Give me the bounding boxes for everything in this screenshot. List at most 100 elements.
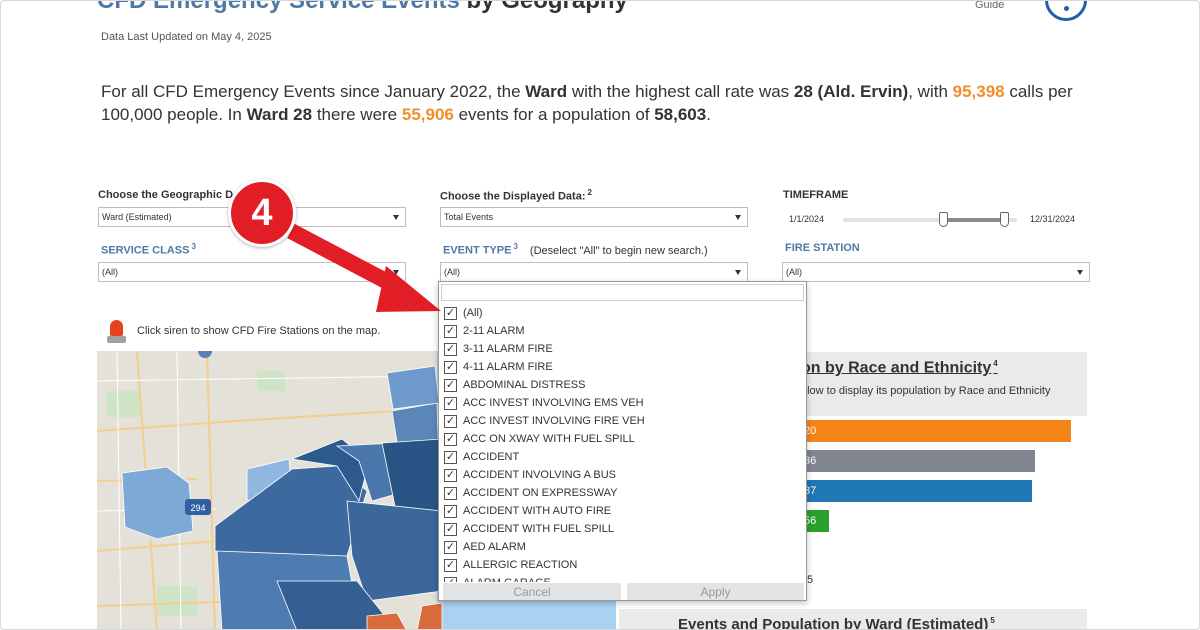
summary-part: events for a population of (453, 105, 655, 124)
event-type-option[interactable]: ✓ ACCIDENT ON EXPRESSWAY (439, 484, 806, 502)
cancel-button[interactable]: Cancel (443, 583, 621, 600)
event-type-option-label: ACC INVEST INVOLVING FIRE VEH (463, 415, 645, 427)
event-type-option[interactable]: ✓ ABDOMINAL DISTRESS (439, 376, 806, 394)
siren-icon[interactable] (107, 320, 126, 344)
event-type-option-label: 2-11 ALARM (463, 325, 525, 337)
event-type-option-label: AED ALARM (463, 541, 526, 553)
event-type-note: (Deselect "All" to begin new search.) (529, 244, 708, 257)
footnote-marker: 2 (587, 188, 592, 197)
race-bar-label-extra: 5 (807, 574, 814, 586)
event-type-option-label: 4-11 ALARM FIRE (463, 361, 553, 373)
fire-station-label: FIRE STATION (785, 242, 860, 254)
event-type-option-label: ACCIDENT ON EXPRESSWAY (463, 487, 618, 499)
ward-chart-title-text: Events and Population by Ward (Estimated… (678, 616, 989, 630)
checkbox-checked-icon[interactable]: ✓ (444, 379, 457, 392)
checkbox-checked-icon[interactable]: ✓ (444, 541, 457, 554)
siren-base (107, 336, 126, 343)
checkbox-checked-icon[interactable]: ✓ (444, 469, 457, 482)
annotation-arrow (287, 223, 441, 312)
data-filter-label-text: Choose the Displayed Data: (440, 190, 586, 203)
checkbox-checked-icon[interactable]: ✓ (444, 415, 457, 428)
footnote-marker: 3 (191, 242, 196, 251)
summary-part: there were (312, 105, 402, 124)
data-filter-label: Choose the Displayed Data: 2 (440, 188, 592, 203)
dropdown-search-input[interactable] (441, 284, 804, 301)
timeframe-start: 1/1/2024 (789, 214, 825, 224)
checkbox-checked-icon[interactable]: ✓ (444, 577, 457, 582)
data-select[interactable]: Total Events (440, 207, 748, 227)
service-class-label: SERVICE CLASS 3 (101, 242, 196, 257)
dashboard-frame: CFD Emergency Service Events by Geograph… (0, 0, 1200, 630)
event-type-option-label: ACC ON XWAY WITH FUEL SPILL (463, 433, 635, 445)
event-type-option[interactable]: ✓ ACC INVEST INVOLVING FIRE VEH (439, 412, 806, 430)
title-blue-part: CFD Emergency Service Events (97, 0, 460, 14)
fire-station-value: (All) (786, 267, 802, 277)
ward-chart-title: Events and Population by Ward (Estimated… (678, 616, 995, 630)
checkbox-checked-icon[interactable]: ✓ (444, 523, 457, 536)
checkbox-checked-icon[interactable]: ✓ (444, 343, 457, 356)
checkbox-checked-icon[interactable]: ✓ (444, 505, 457, 518)
event-type-list[interactable]: ✓ (All) ✓ 2-11 ALARM ✓ 3-11 ALARM FIRE ✓ 4-11 A… (439, 304, 806, 582)
geo-select-value: Ward (Estimated) (102, 212, 172, 222)
race-bar[interactable] (796, 450, 1035, 472)
event-type-option[interactable]: ✓ 4-11 ALARM FIRE (439, 358, 806, 376)
event-type-dropdown: ✓ (All) ✓ 2-11 ALARM ✓ 3-11 ALARM FIRE ✓ 4-11 A… (438, 281, 807, 601)
event-type-option-label: ACCIDENT INVOLVING A BUS (463, 469, 617, 481)
event-type-option[interactable]: ✓ 3-11 ALARM FIRE (439, 340, 806, 358)
geo-filter-label-text: Choose the Geographic D (98, 189, 234, 201)
step-number-badge: 4 (228, 179, 296, 247)
apply-button[interactable]: Apply (627, 583, 804, 600)
checkbox-checked-icon[interactable]: ✓ (444, 361, 457, 374)
checkbox-checked-icon[interactable]: ✓ (444, 451, 457, 464)
event-type-option[interactable]: ✓ ALLERGIC REACTION (439, 556, 806, 574)
chevron-down-icon (1077, 270, 1083, 275)
timeframe-end: 12/31/2024 (1030, 214, 1076, 224)
summary-part: . (706, 105, 711, 124)
help-icon[interactable] (1045, 1, 1087, 21)
footnote-marker: 4 (993, 359, 998, 368)
event-type-option[interactable]: ✓ ACC INVEST INVOLVING EMS VEH (439, 394, 806, 412)
chevron-down-icon (735, 270, 741, 275)
event-type-option[interactable]: ✓ ACCIDENT WITH FUEL SPILL (439, 520, 806, 538)
timeframe-slider-range (945, 218, 1006, 222)
race-bar[interactable] (796, 480, 1032, 502)
summary-events: 55,906 (401, 105, 454, 124)
service-class-value: (All) (102, 267, 118, 277)
summary-population: 58,603 (654, 105, 707, 124)
event-type-option[interactable]: ✓ (All) (439, 304, 806, 322)
summary-ward-short: Ward 28 (246, 105, 313, 124)
geo-filter-label: Choose the Geographic D (98, 189, 233, 201)
event-type-option-label: ACC INVEST INVOLVING EMS VEH (463, 397, 644, 409)
checkbox-checked-icon[interactable]: ✓ (444, 433, 457, 446)
page-title: CFD Emergency Service Events by Geograph… (97, 0, 628, 15)
checkbox-checked-icon[interactable]: ✓ (444, 559, 457, 572)
event-type-option[interactable]: ✓ ACCIDENT (439, 448, 806, 466)
summary-part: with the highest call rate was (567, 82, 794, 101)
event-type-option-label: ALLERGIC REACTION (463, 559, 578, 571)
timeframe-end-handle[interactable] (1000, 212, 1009, 227)
fire-station-select[interactable]: (All) (782, 262, 1090, 282)
checkbox-checked-icon[interactable]: ✓ (444, 487, 457, 500)
summary-part: For all CFD Emergency Events since Janua… (101, 82, 526, 101)
event-type-option[interactable]: ✓ 2-11 ALARM (439, 322, 806, 340)
footnote-marker: 3 (513, 242, 518, 251)
footnote-marker: 5 (990, 616, 995, 625)
event-type-option-label: (All) (463, 307, 483, 319)
title-dark-part: by Geography (459, 0, 628, 14)
service-class-label-text: SERVICE CLASS (101, 244, 190, 257)
event-type-option-label: 3-11 ALARM FIRE (463, 343, 553, 355)
event-type-option[interactable]: ✓ ACC ON XWAY WITH FUEL SPILL (439, 430, 806, 448)
event-type-select[interactable]: (All) (440, 262, 748, 282)
timeframe-label: TIMEFRAME (783, 189, 849, 201)
event-type-option[interactable]: ✓ ACCIDENT WITH AUTO FIRE (439, 502, 806, 520)
checkbox-checked-icon[interactable]: ✓ (444, 397, 457, 410)
event-type-option-label: ALARM GARAGE (463, 577, 551, 582)
timeframe-start-handle[interactable] (939, 212, 948, 227)
guide-link[interactable]: Guide (975, 1, 1004, 11)
event-type-option[interactable]: ✓ ACCIDENT INVOLVING A BUS (439, 466, 806, 484)
event-type-option[interactable]: ✓ AED ALARM (439, 538, 806, 556)
event-type-option-label: ACCIDENT WITH FUEL SPILL (463, 523, 614, 535)
race-bar[interactable] (796, 420, 1071, 442)
highway-label: 294 (190, 503, 205, 513)
event-type-option[interactable]: ✓ ALARM GARAGE (439, 574, 806, 582)
